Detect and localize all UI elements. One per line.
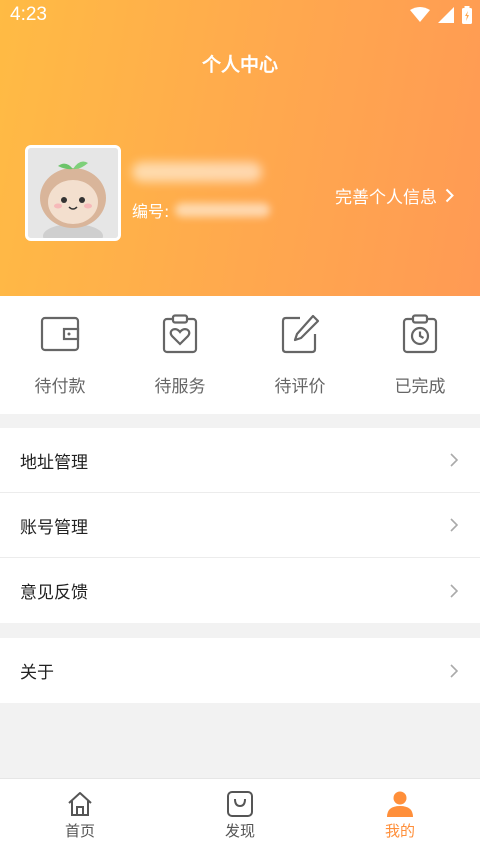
user-id-label: 编号: — [132, 202, 170, 221]
status-time: 4:23 — [10, 4, 47, 25]
tab-label: 我的 — [384, 822, 415, 840]
battery-icon — [462, 6, 472, 24]
menu-item-address[interactable]: 地址管理 — [0, 428, 480, 493]
chevron-right-icon — [450, 663, 458, 678]
menu-label: 意见反馈 — [20, 583, 88, 603]
shopping-bag-icon — [227, 791, 253, 817]
avatar[interactable] — [25, 145, 121, 241]
about-menu: 关于 — [0, 638, 480, 703]
chevron-right-icon — [445, 188, 454, 203]
tab-discover[interactable]: 发现 — [160, 779, 320, 853]
menu-label: 账号管理 — [20, 517, 88, 538]
order-pending-review[interactable]: 待评价 — [240, 296, 360, 414]
order-label: 待服务 — [154, 377, 206, 397]
complete-profile-label: 完善个人信息 — [335, 188, 437, 208]
menu-label: 地址管理 — [20, 452, 88, 473]
order-pending-payment[interactable]: 待付款 — [0, 296, 120, 414]
chevron-right-icon — [450, 583, 458, 598]
wallet-icon — [40, 316, 80, 352]
user-id-redacted — [175, 203, 271, 217]
order-pending-service[interactable]: 待服务 — [120, 296, 240, 414]
edit-icon — [281, 314, 320, 354]
page-title: 个人中心 — [201, 54, 278, 76]
order-status-bar: 待付款 待服务 待评价 已完成 — [0, 296, 480, 414]
status-icons — [410, 6, 472, 24]
tab-home[interactable]: 首页 — [0, 779, 160, 853]
chevron-right-icon — [450, 518, 458, 532]
menu-item-feedback[interactable]: 意见反馈 — [0, 558, 480, 623]
signal-icon — [438, 7, 454, 23]
menu-item-about[interactable]: 关于 — [0, 638, 480, 703]
order-label: 待付款 — [34, 377, 86, 397]
settings-menu: 地址管理 账号管理 意见反馈 — [0, 428, 480, 623]
chevron-right-icon — [450, 453, 458, 467]
menu-label: 关于 — [20, 663, 54, 683]
order-label: 待评价 — [274, 377, 326, 397]
status-bar: 4:23 — [0, 0, 480, 34]
home-icon — [68, 792, 92, 816]
clipboard-heart-icon — [162, 314, 198, 354]
wifi-icon — [410, 7, 430, 22]
bottom-tab-bar: 首页 发现 我的 — [0, 778, 480, 853]
clipboard-clock-icon — [402, 314, 438, 354]
tab-label: 首页 — [64, 822, 95, 840]
tab-mine[interactable]: 我的 — [320, 779, 480, 853]
order-completed[interactable]: 已完成 — [360, 296, 480, 414]
menu-item-account[interactable]: 账号管理 — [0, 493, 480, 558]
complete-profile-link[interactable]: 完善个人信息 — [335, 183, 454, 208]
user-icon — [387, 791, 413, 817]
user-name-redacted — [132, 162, 262, 182]
user-id-row: 编号: — [132, 198, 271, 222]
profile-header: 4:23 个人中心 编号: 完善个人信息 — [0, 0, 480, 296]
order-label: 已完成 — [394, 377, 446, 397]
tab-label: 发现 — [224, 822, 255, 840]
avatar-image — [28, 148, 118, 238]
